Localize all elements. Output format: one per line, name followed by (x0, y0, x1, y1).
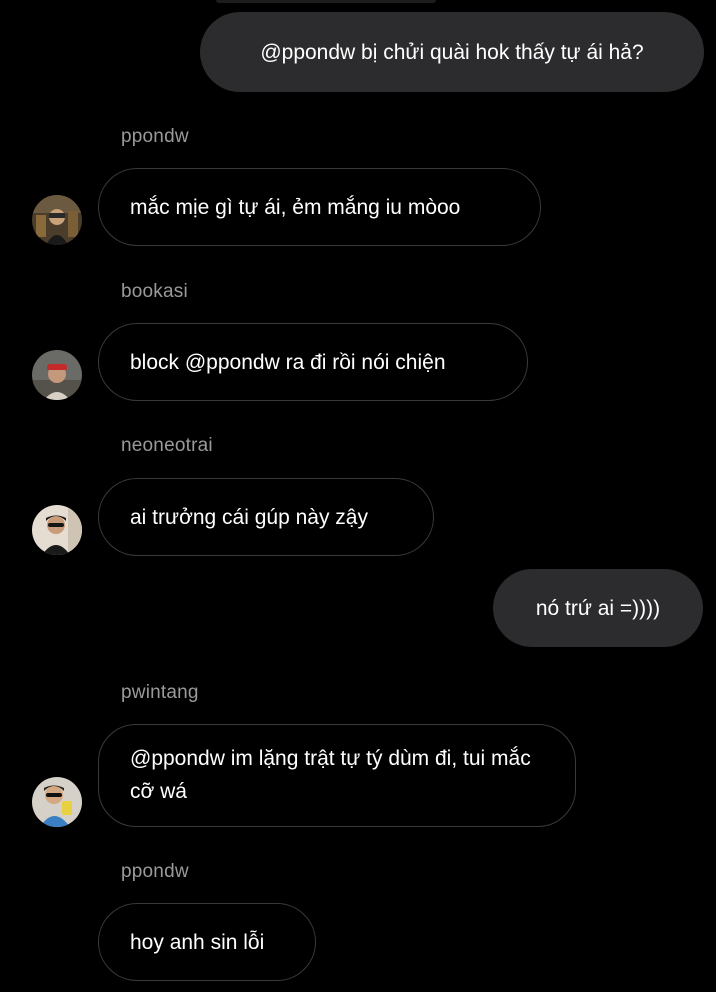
message-text: hoy anh sin lỗi (130, 930, 265, 954)
previous-message-edge (216, 0, 436, 3)
incoming-message[interactable]: @ppondw im lặng trật tự tý dùm đi, tui m… (98, 724, 576, 827)
user-avatar-icon[interactable] (32, 505, 82, 555)
sender-name: pwintang (121, 682, 199, 703)
incoming-message[interactable]: block @ppondw ra đi rồi nói chiện (98, 323, 528, 401)
message-text: nó trứ ai =)))) (535, 596, 661, 620)
user-avatar-icon[interactable] (32, 195, 82, 245)
user-avatar-icon[interactable] (32, 350, 82, 400)
message-text: mắc mịe gì tự ái, ẻm mắng iu mòoo (130, 195, 461, 219)
incoming-message[interactable]: ai trưởng cái gúp này zậy (98, 478, 434, 556)
message-text: ai trưởng cái gúp này zậy (130, 505, 368, 529)
message-text: @ppondw im lặng trật tự tý dùm đi, tui m… (130, 747, 531, 803)
outgoing-message[interactable]: @ppondw bị chửi quài hok thấy tự ái hả? (200, 12, 704, 92)
message-text: @ppondw bị chửi quài hok thấy tự ái hả? (260, 40, 644, 64)
message-text: block @ppondw ra đi rồi nói chiện (130, 350, 446, 374)
incoming-message[interactable]: hoy anh sin lỗi (98, 903, 316, 981)
sender-name: bookasi (121, 281, 188, 302)
sender-name: ppondw (121, 126, 189, 147)
user-avatar-icon[interactable] (32, 777, 82, 827)
outgoing-message[interactable]: nó trứ ai =)))) (493, 569, 703, 647)
incoming-message[interactable]: mắc mịe gì tự ái, ẻm mắng iu mòoo (98, 168, 541, 246)
sender-name: neoneotrai (121, 435, 213, 456)
sender-name: ppondw (121, 861, 189, 882)
